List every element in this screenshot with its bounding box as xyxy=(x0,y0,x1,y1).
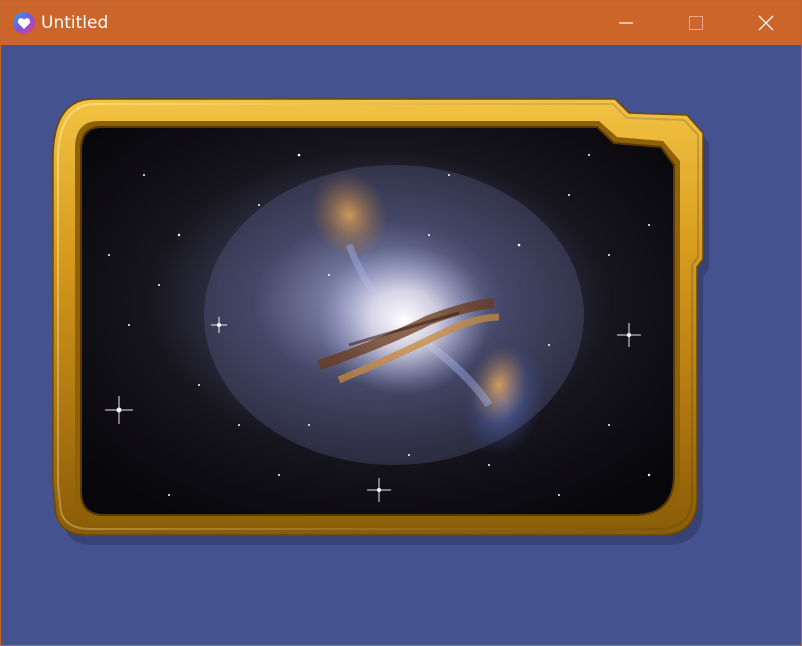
maximize-icon xyxy=(689,16,703,30)
maximize-button[interactable] xyxy=(673,1,719,45)
gold-bezel-frame xyxy=(52,98,709,545)
close-icon xyxy=(758,15,774,31)
title-bar[interactable]: Untitled xyxy=(1,1,801,45)
client-area xyxy=(1,45,801,645)
window-title: Untitled xyxy=(41,13,109,33)
galaxy-photo xyxy=(81,127,674,515)
app-window: Untitled xyxy=(0,0,802,646)
minimize-button[interactable] xyxy=(603,1,649,45)
heart-app-icon xyxy=(13,12,35,34)
minimize-icon xyxy=(619,22,633,24)
close-button[interactable] xyxy=(743,1,789,45)
